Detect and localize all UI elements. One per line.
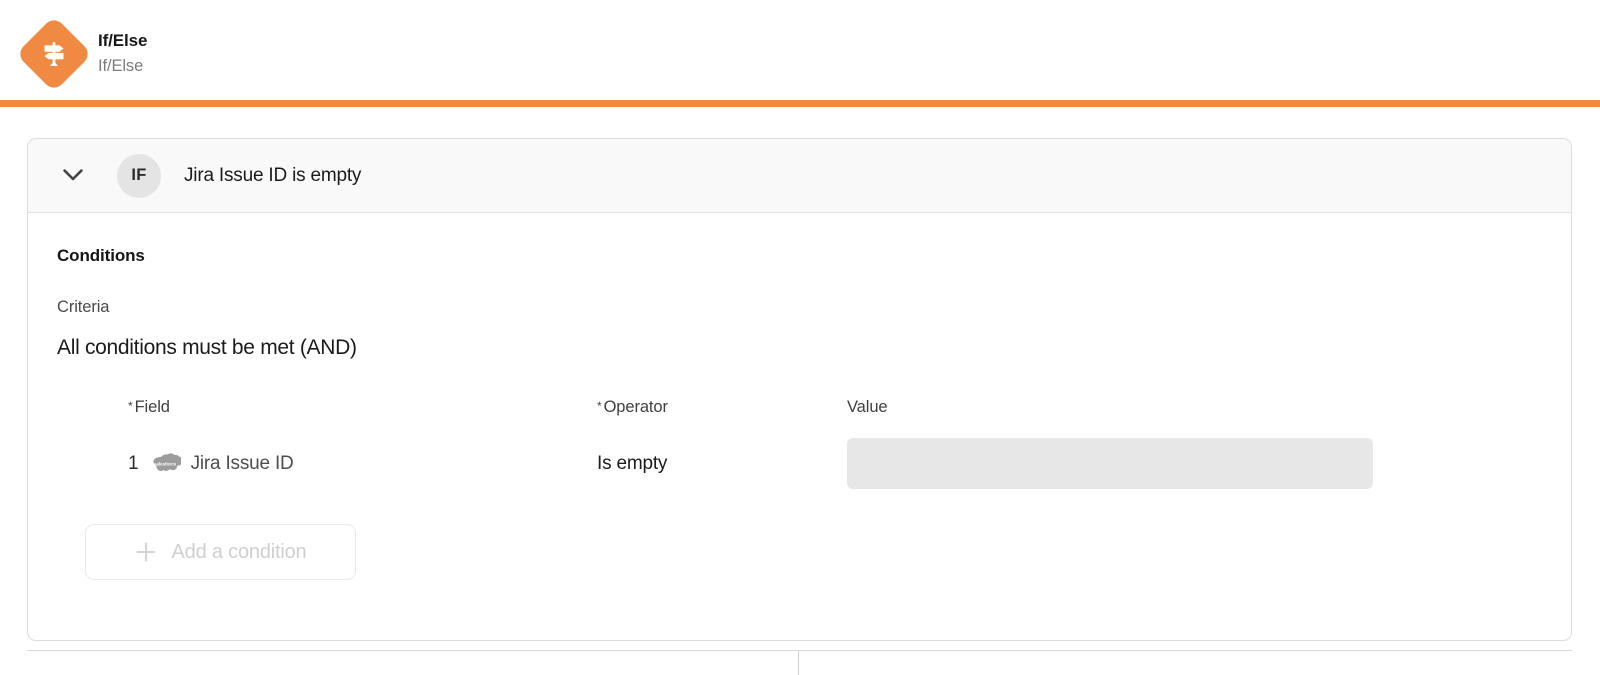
salesforce-cloud-glyph: salesforce [152, 452, 181, 471]
condition-card-body: Conditions Criteria All conditions must … [28, 213, 1571, 580]
bottom-branch-section [27, 650, 1572, 675]
condition-value-input[interactable] [847, 438, 1373, 489]
condition-card-header[interactable]: IF Jira Issue ID is empty [28, 139, 1571, 213]
page-subtitle: If/Else [98, 57, 144, 76]
required-marker: * [128, 399, 133, 413]
criteria-label: Criteria [57, 298, 110, 316]
row-index: 1 [128, 452, 139, 474]
plus-icon [135, 541, 157, 563]
node-header: If/Else If/Else [0, 0, 1600, 107]
if-else-signpost-icon [15, 15, 93, 92]
condition-grid: * Field * Operator Value 1 salesforce Ji… [57, 398, 1571, 489]
condition-field-cell[interactable]: 1 salesforce Jira Issue ID [57, 452, 597, 476]
add-condition-button[interactable]: Add a condition [85, 524, 356, 580]
if-badge: IF [117, 153, 161, 198]
conditions-heading: Conditions [57, 246, 145, 265]
condition-row: 1 salesforce Jira Issue ID Is empty [57, 438, 1571, 489]
chevron-down-glyph [63, 169, 83, 181]
node-icon [15, 15, 93, 92]
condition-operator-cell[interactable]: Is empty [597, 453, 847, 475]
accent-bar [0, 100, 1600, 107]
add-condition-label: Add a condition [171, 540, 307, 563]
condition-grid-header: * Field * Operator Value [57, 398, 1571, 417]
column-header-operator: * Operator [597, 398, 847, 417]
salesforce-cloud-icon: salesforce [148, 452, 182, 476]
condition-summary: Jira Issue ID is empty [184, 164, 362, 186]
column-header-value: Value [847, 398, 1571, 417]
condition-field-name: Jira Issue ID [190, 452, 294, 474]
chevron-down-icon[interactable] [58, 161, 88, 191]
condition-card: IF Jira Issue ID is empty Conditions Cri… [27, 138, 1572, 641]
condition-value-cell [847, 438, 1571, 489]
page-title: If/Else [98, 30, 148, 50]
branch-column-right [799, 651, 1572, 675]
condition-operator-value: Is empty [597, 452, 668, 474]
column-header-operator-label: Operator [603, 398, 668, 416]
required-marker: * [597, 399, 602, 413]
svg-text:salesforce: salesforce [153, 461, 176, 466]
column-header-value-label: Value [847, 398, 888, 416]
signpost-glyph [44, 41, 64, 66]
column-header-field-label: Field [134, 398, 170, 416]
criteria-value[interactable]: All conditions must be met (AND) [57, 336, 1571, 360]
branch-column-left [27, 651, 799, 675]
plus-glyph [136, 542, 156, 562]
column-header-field: * Field [57, 398, 597, 417]
header-text: If/Else If/Else [98, 31, 147, 77]
body-area: IF Jira Issue ID is empty Conditions Cri… [0, 107, 1600, 675]
